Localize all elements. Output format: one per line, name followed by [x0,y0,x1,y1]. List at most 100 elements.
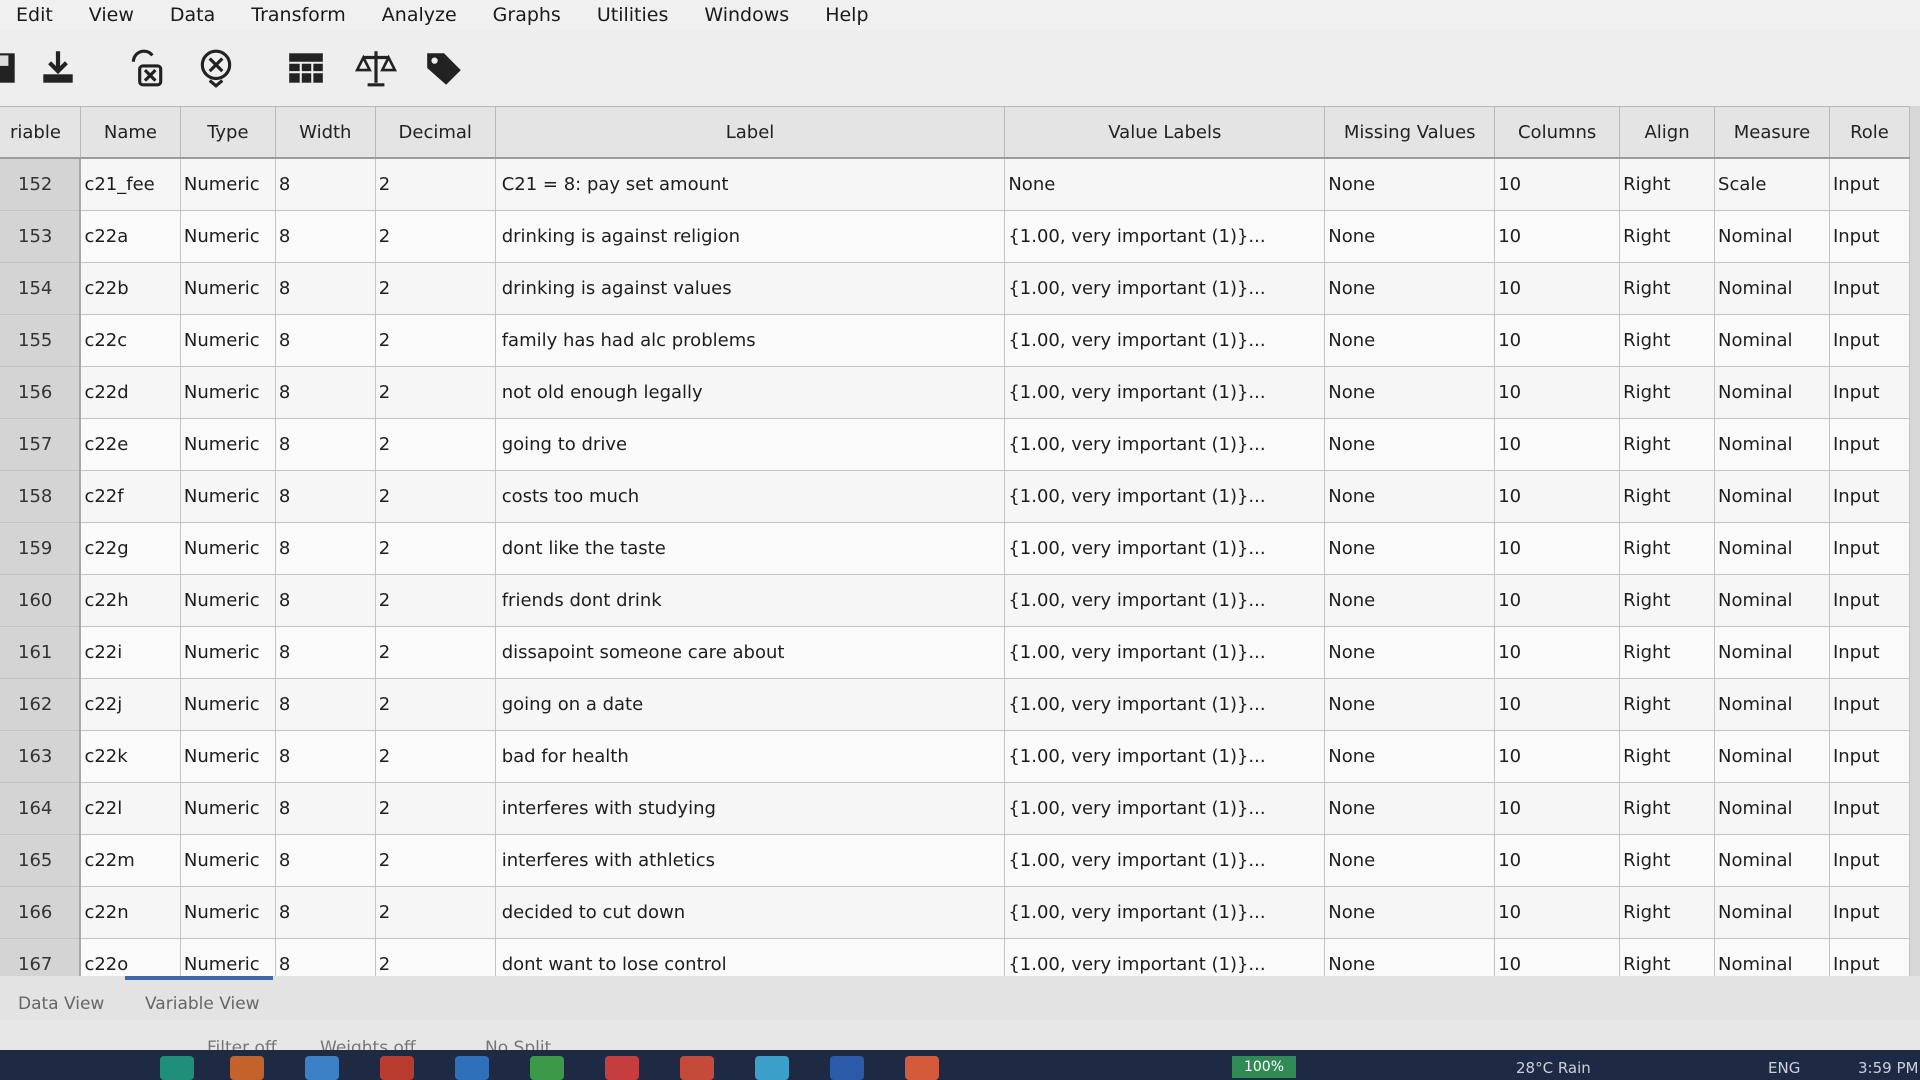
cell-name[interactable]: c22j [79,678,181,731]
cell-decimal[interactable]: 2 [374,574,496,627]
cell-width[interactable]: 8 [274,678,376,731]
cell-missing[interactable]: None [1324,730,1496,783]
cell-missing[interactable]: None [1324,886,1496,939]
taskbar-app-icon[interactable] [380,1056,414,1080]
cell-name[interactable]: c22e [79,418,181,471]
menu-view[interactable]: View [89,4,134,26]
cell-columns[interactable]: 10 [1494,366,1621,419]
cell-label[interactable]: decided to cut down [494,886,1006,939]
cell-role[interactable]: Input [1828,366,1911,419]
cell-measure[interactable]: Nominal [1714,678,1830,731]
cell-role[interactable]: Input [1828,626,1911,679]
cell-columns[interactable]: 10 [1494,678,1621,731]
cell-value-labels[interactable]: {1.00, very important (1)}... [1004,626,1326,679]
cell-columns[interactable]: 10 [1494,730,1621,783]
row-number[interactable]: 155 [0,314,82,367]
menu-transform[interactable]: Transform [251,4,346,26]
taskbar-app-icon[interactable] [305,1056,339,1080]
table-row[interactable]: 154 c22b Numeric 8 2 drinking is against valu… [0,262,1911,315]
cell-type[interactable]: Numeric [179,678,276,731]
cell-type[interactable]: Numeric [179,157,276,211]
cell-type[interactable]: Numeric [179,314,276,367]
cell-width[interactable]: 8 [274,262,376,315]
menu-utilities[interactable]: Utilities [597,4,669,26]
row-number[interactable]: 152 [0,157,82,211]
cell-value-labels[interactable]: {1.00, very important (1)}... [1004,314,1326,367]
cell-decimal[interactable]: 2 [374,366,496,419]
cell-width[interactable]: 8 [274,418,376,471]
cell-role[interactable]: Input [1828,210,1911,263]
cell-name[interactable]: c22b [79,262,181,315]
cell-missing[interactable]: None [1324,262,1496,315]
battery-indicator[interactable]: 100% [1232,1056,1296,1078]
language-indicator[interactable]: ENG [1768,1059,1800,1077]
cell-name[interactable]: c22a [79,210,181,263]
header-value-labels[interactable]: Value Labels [1004,106,1326,159]
cell-label[interactable]: dissapoint someone care about [494,626,1006,679]
cell-measure[interactable]: Nominal [1714,574,1830,627]
header-variable[interactable]: riable [0,106,81,159]
cell-missing[interactable]: None [1324,522,1496,575]
cell-missing[interactable]: None [1324,314,1496,367]
cell-missing[interactable]: None [1324,418,1496,471]
menu-graphs[interactable]: Graphs [493,4,561,26]
cell-role[interactable]: Input [1828,574,1911,627]
cell-name[interactable]: c22o [79,938,181,976]
value-labels-icon[interactable] [416,40,472,96]
table-row[interactable]: 164 c22l Numeric 8 2 interferes with studying… [0,782,1911,835]
cell-missing[interactable]: None [1324,782,1496,835]
cell-name[interactable]: c22m [79,834,181,887]
header-missing-values[interactable]: Missing Values [1324,106,1496,159]
cell-role[interactable]: Input [1828,418,1911,471]
cell-measure[interactable]: Nominal [1714,886,1830,939]
weight-cases-icon[interactable] [348,40,404,96]
table-row[interactable]: 159 c22g Numeric 8 2 dont like the taste {1.00… [0,522,1911,575]
cell-measure[interactable]: Nominal [1714,782,1830,835]
cell-measure[interactable]: Nominal [1714,730,1830,783]
cell-align[interactable]: Right [1619,938,1716,976]
header-role[interactable]: Role [1828,106,1911,159]
cell-name[interactable]: c22f [79,470,181,523]
cell-columns[interactable]: 10 [1494,626,1621,679]
table-row[interactable]: 167 c22o Numeric 8 2 dont want to lose contro… [0,938,1911,976]
row-number[interactable]: 166 [0,886,82,939]
cell-align[interactable]: Right [1619,418,1716,471]
cell-align[interactable]: Right [1619,522,1716,575]
cell-label[interactable]: drinking is against values [494,262,1006,315]
cell-missing[interactable]: None [1324,938,1496,976]
cell-decimal[interactable]: 2 [374,157,496,211]
row-number[interactable]: 163 [0,730,82,783]
cell-type[interactable]: Numeric [179,262,276,315]
cell-columns[interactable]: 10 [1494,262,1621,315]
cell-role[interactable]: Input [1828,314,1911,367]
cell-measure[interactable]: Nominal [1714,366,1830,419]
cell-value-labels[interactable]: {1.00, very important (1)}... [1004,262,1326,315]
cell-measure[interactable]: Nominal [1714,834,1830,887]
table-row[interactable]: 165 c22m Numeric 8 2 interferes with athletic… [0,834,1911,887]
cell-role[interactable]: Input [1828,886,1911,939]
row-number[interactable]: 167 [0,938,82,976]
cell-missing[interactable]: None [1324,366,1496,419]
cell-missing[interactable]: None [1324,470,1496,523]
cell-value-labels[interactable]: {1.00, very important (1)}... [1004,522,1326,575]
cell-width[interactable]: 8 [274,626,376,679]
tab-variable-view[interactable]: Variable View [145,994,260,1014]
cell-role[interactable]: Input [1828,834,1911,887]
cell-missing[interactable]: None [1324,157,1496,211]
cell-role[interactable]: Input [1828,678,1911,731]
cell-label[interactable]: not old enough legally [494,366,1006,419]
header-label[interactable]: Label [494,106,1006,159]
header-columns[interactable]: Columns [1494,106,1621,159]
cell-type[interactable]: Numeric [179,210,276,263]
cell-value-labels[interactable]: {1.00, very important (1)}... [1004,782,1326,835]
cell-type[interactable]: Numeric [179,522,276,575]
cell-value-labels[interactable]: {1.00, very important (1)}... [1004,210,1326,263]
table-row[interactable]: 163 c22k Numeric 8 2 bad for health {1.00, ver… [0,730,1911,783]
menu-analyze[interactable]: Analyze [382,4,457,26]
row-number[interactable]: 165 [0,834,82,887]
header-name[interactable]: Name [79,106,181,159]
cell-width[interactable]: 8 [274,157,376,211]
cell-missing[interactable]: None [1324,574,1496,627]
cell-decimal[interactable]: 2 [374,782,496,835]
taskbar-app-icon[interactable] [680,1056,714,1080]
